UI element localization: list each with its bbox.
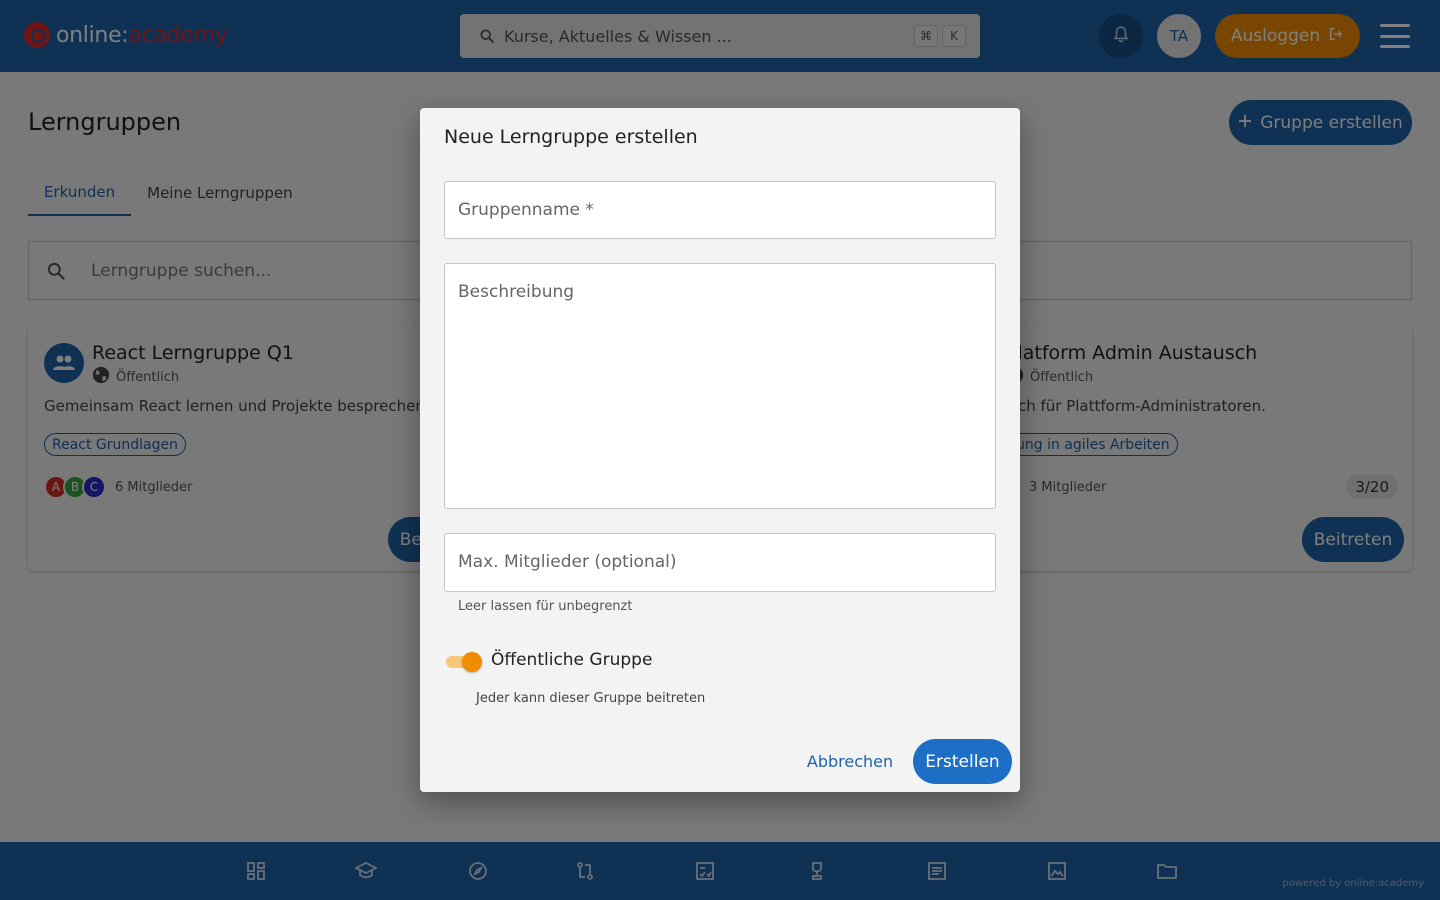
create-group-dialog: Neue Lerngruppe erstellen Gruppenname * … xyxy=(420,108,1020,792)
dialog-title: Neue Lerngruppe erstellen xyxy=(444,126,698,148)
public-group-label: Öffentliche Gruppe xyxy=(491,650,653,670)
description-field[interactable]: Beschreibung xyxy=(444,263,996,509)
cancel-button[interactable]: Abbrechen xyxy=(800,739,900,783)
description-label: Beschreibung xyxy=(458,282,575,302)
max-members-label: Max. Mitglieder (optional) xyxy=(458,552,677,572)
max-members-helper: Leer lassen für unbegrenzt xyxy=(458,599,633,614)
group-name-field[interactable]: Gruppenname * xyxy=(444,181,996,239)
group-name-label: Gruppenname * xyxy=(458,200,594,220)
max-members-field[interactable]: Max. Mitglieder (optional) xyxy=(444,533,996,592)
create-button[interactable]: Erstellen xyxy=(913,739,1012,784)
public-group-helper: Jeder kann dieser Gruppe beitreten xyxy=(476,691,706,706)
public-group-toggle[interactable] xyxy=(444,651,484,673)
